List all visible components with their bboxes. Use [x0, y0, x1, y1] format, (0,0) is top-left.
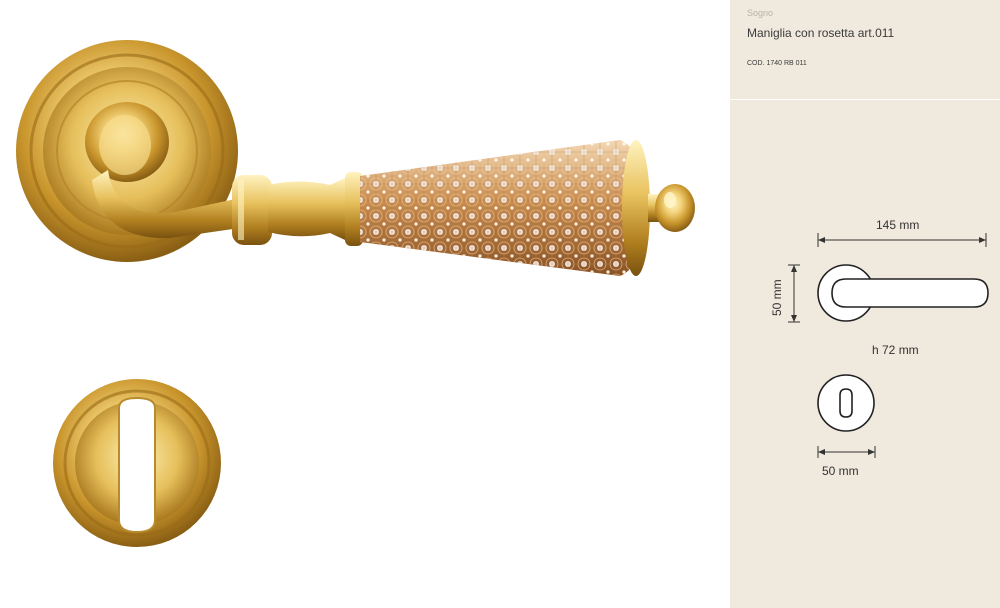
- dimension-rose-diameter: 50 mm: [770, 279, 784, 316]
- product-title: Maniglia con rosetta art.011: [747, 26, 895, 40]
- dimension-escutcheon-diameter: 50 mm: [822, 464, 859, 478]
- product-code: COD. 1740 RB 011: [747, 60, 807, 67]
- dimension-handle-length: 145 mm: [876, 218, 920, 232]
- door-handle-image: [16, 40, 695, 547]
- technical-drawing: [788, 233, 989, 458]
- specs-panel: Sogno Maniglia con rosetta art.011 COD. …: [730, 0, 1000, 608]
- product-photo: [0, 0, 730, 608]
- collection-name: Sogno: [747, 8, 774, 18]
- dimension-height: h 72 mm: [872, 343, 919, 357]
